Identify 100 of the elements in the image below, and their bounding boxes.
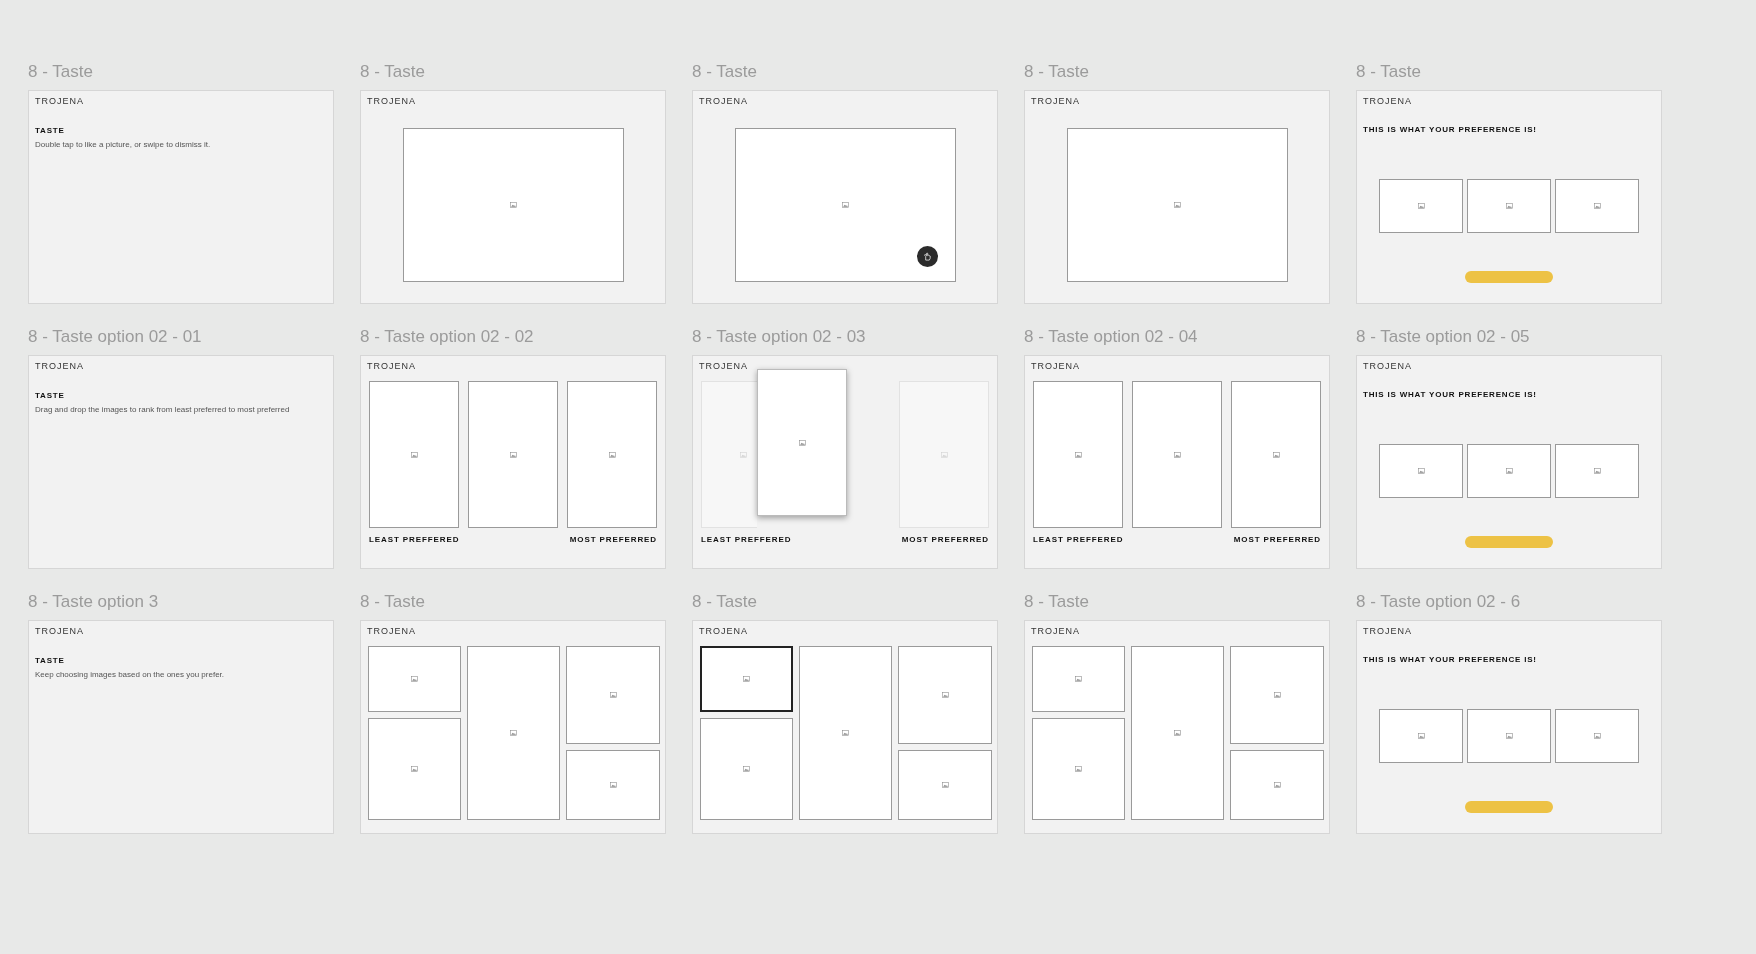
image-frame[interactable] [1132,381,1222,528]
brand-logo: TROJENA [699,626,748,636]
image-icon [608,451,616,458]
artboard-title[interactable]: 8 - Taste option 02 - 6 [1356,592,1521,612]
artboard-title[interactable]: 8 - Taste [28,62,93,82]
image-tile[interactable] [700,718,793,820]
image-icon [1417,468,1425,474]
artboard-title[interactable]: 8 - Taste [1024,62,1089,82]
image-icon [1417,203,1425,209]
image-icon [1173,202,1181,208]
rank-label: LEAST PREFFERED [701,535,792,545]
screen-heading: TASTE [35,126,65,136]
image-icon [1074,451,1082,458]
brand-logo: TROJENA [1363,96,1412,106]
image-icon [1273,782,1281,788]
artboard-title[interactable]: 8 - Taste [360,62,425,82]
image-icon [743,766,750,772]
artboard-title[interactable]: 8 - Taste option 02 - 02 [360,327,534,347]
image-icon [410,451,418,458]
image-icon [798,439,806,446]
image-icon [1075,766,1082,772]
rank-label: MOST PREFERRED [1233,535,1321,545]
result-heading: THIS IS WHAT YOUR PREFERENCE IS! [1363,125,1537,135]
image-tile[interactable] [700,646,793,712]
image-icon [941,692,949,698]
brand-logo: TROJENA [35,361,84,371]
image-tile[interactable] [566,750,660,820]
continue-button[interactable] [1465,271,1553,283]
image-tile[interactable] [898,750,992,820]
brand-logo: TROJENA [1363,626,1412,636]
rank-label: LEAST PREFFERED [1033,535,1124,545]
image-tile[interactable] [467,646,560,820]
image-icon [1272,451,1280,458]
artboard-title[interactable]: 8 - Taste option 02 - 01 [28,327,202,347]
brand-logo: TROJENA [1031,626,1080,636]
artboard-title[interactable]: 8 - Taste option 02 - 03 [692,327,866,347]
image-icon [609,692,617,698]
image-icon [740,451,747,458]
brand-logo: TROJENA [1031,361,1080,371]
artboard-title[interactable]: 8 - Taste [692,62,757,82]
instruction-text: Double tap to like a picture, or swipe to dismiss it. [35,140,212,150]
image-icon [411,766,418,772]
brand-logo: TROJENA [367,96,416,106]
result-heading: THIS IS WHAT YOUR PREFERENCE IS! [1363,390,1537,400]
image-icon [941,782,949,788]
image-icon [509,202,517,208]
artboard-title[interactable]: 8 - Taste option 02 - 04 [1024,327,1198,347]
artboard-title[interactable]: 8 - Taste [1024,592,1089,612]
result-heading: THIS IS WHAT YOUR PREFERENCE IS! [1363,655,1537,665]
image-tile[interactable] [799,646,892,820]
image-frame[interactable] [1231,381,1321,528]
brand-logo: TROJENA [1031,96,1080,106]
image-frame[interactable] [1033,381,1123,528]
image-icon [510,730,517,736]
brand-logo: TROJENA [699,96,748,106]
rank-label: MOST PREFERRED [901,535,989,545]
image-tile[interactable] [1032,646,1125,712]
image-icon [940,451,948,458]
image-icon [1593,468,1601,474]
image-frame[interactable] [567,381,657,528]
brand-logo: TROJENA [35,96,84,106]
image-tile[interactable] [1230,750,1324,820]
continue-button[interactable] [1465,801,1553,813]
rank-label: MOST PREFERRED [569,535,657,545]
image-frame[interactable] [369,381,459,528]
image-icon [1075,676,1082,682]
dragged-image-card[interactable] [757,369,847,516]
image-icon [1273,692,1281,698]
image-icon [743,676,750,682]
brand-logo: TROJENA [1363,361,1412,371]
hand-icon [922,252,932,261]
artboard-title[interactable]: 8 - Taste [1356,62,1421,82]
image-tile[interactable] [368,718,461,820]
image-icon [841,202,849,208]
image-icon [1505,203,1513,209]
brand-logo: TROJENA [35,626,84,636]
image-icon [609,782,617,788]
continue-button[interactable] [1465,536,1553,548]
instruction-text: Keep choosing images based on the ones you prefer. [35,670,226,680]
image-tile[interactable] [566,646,660,744]
like-button[interactable] [916,246,938,267]
image-tile[interactable] [1032,718,1125,820]
artboard-title[interactable]: 8 - Taste [692,592,757,612]
image-icon [842,730,849,736]
artboard-title[interactable]: 8 - Taste [360,592,425,612]
image-icon [411,676,418,682]
image-tile[interactable] [368,646,461,712]
image-icon [1593,733,1601,739]
image-icon [1505,468,1513,474]
image-icon [1174,730,1181,736]
artboard-title[interactable]: 8 - Taste option 02 - 05 [1356,327,1530,347]
image-tile[interactable] [1230,646,1324,744]
image-tile[interactable] [898,646,992,744]
image-tile[interactable] [1131,646,1224,820]
brand-logo: TROJENA [699,361,748,371]
artboard-title[interactable]: 8 - Taste option 3 [28,592,159,612]
instruction-text: Drag and drop the images to rank from least preferred to most preferred [35,405,291,415]
image-icon [1505,733,1513,739]
image-frame[interactable] [468,381,558,528]
rank-label: LEAST PREFFERED [369,535,460,545]
